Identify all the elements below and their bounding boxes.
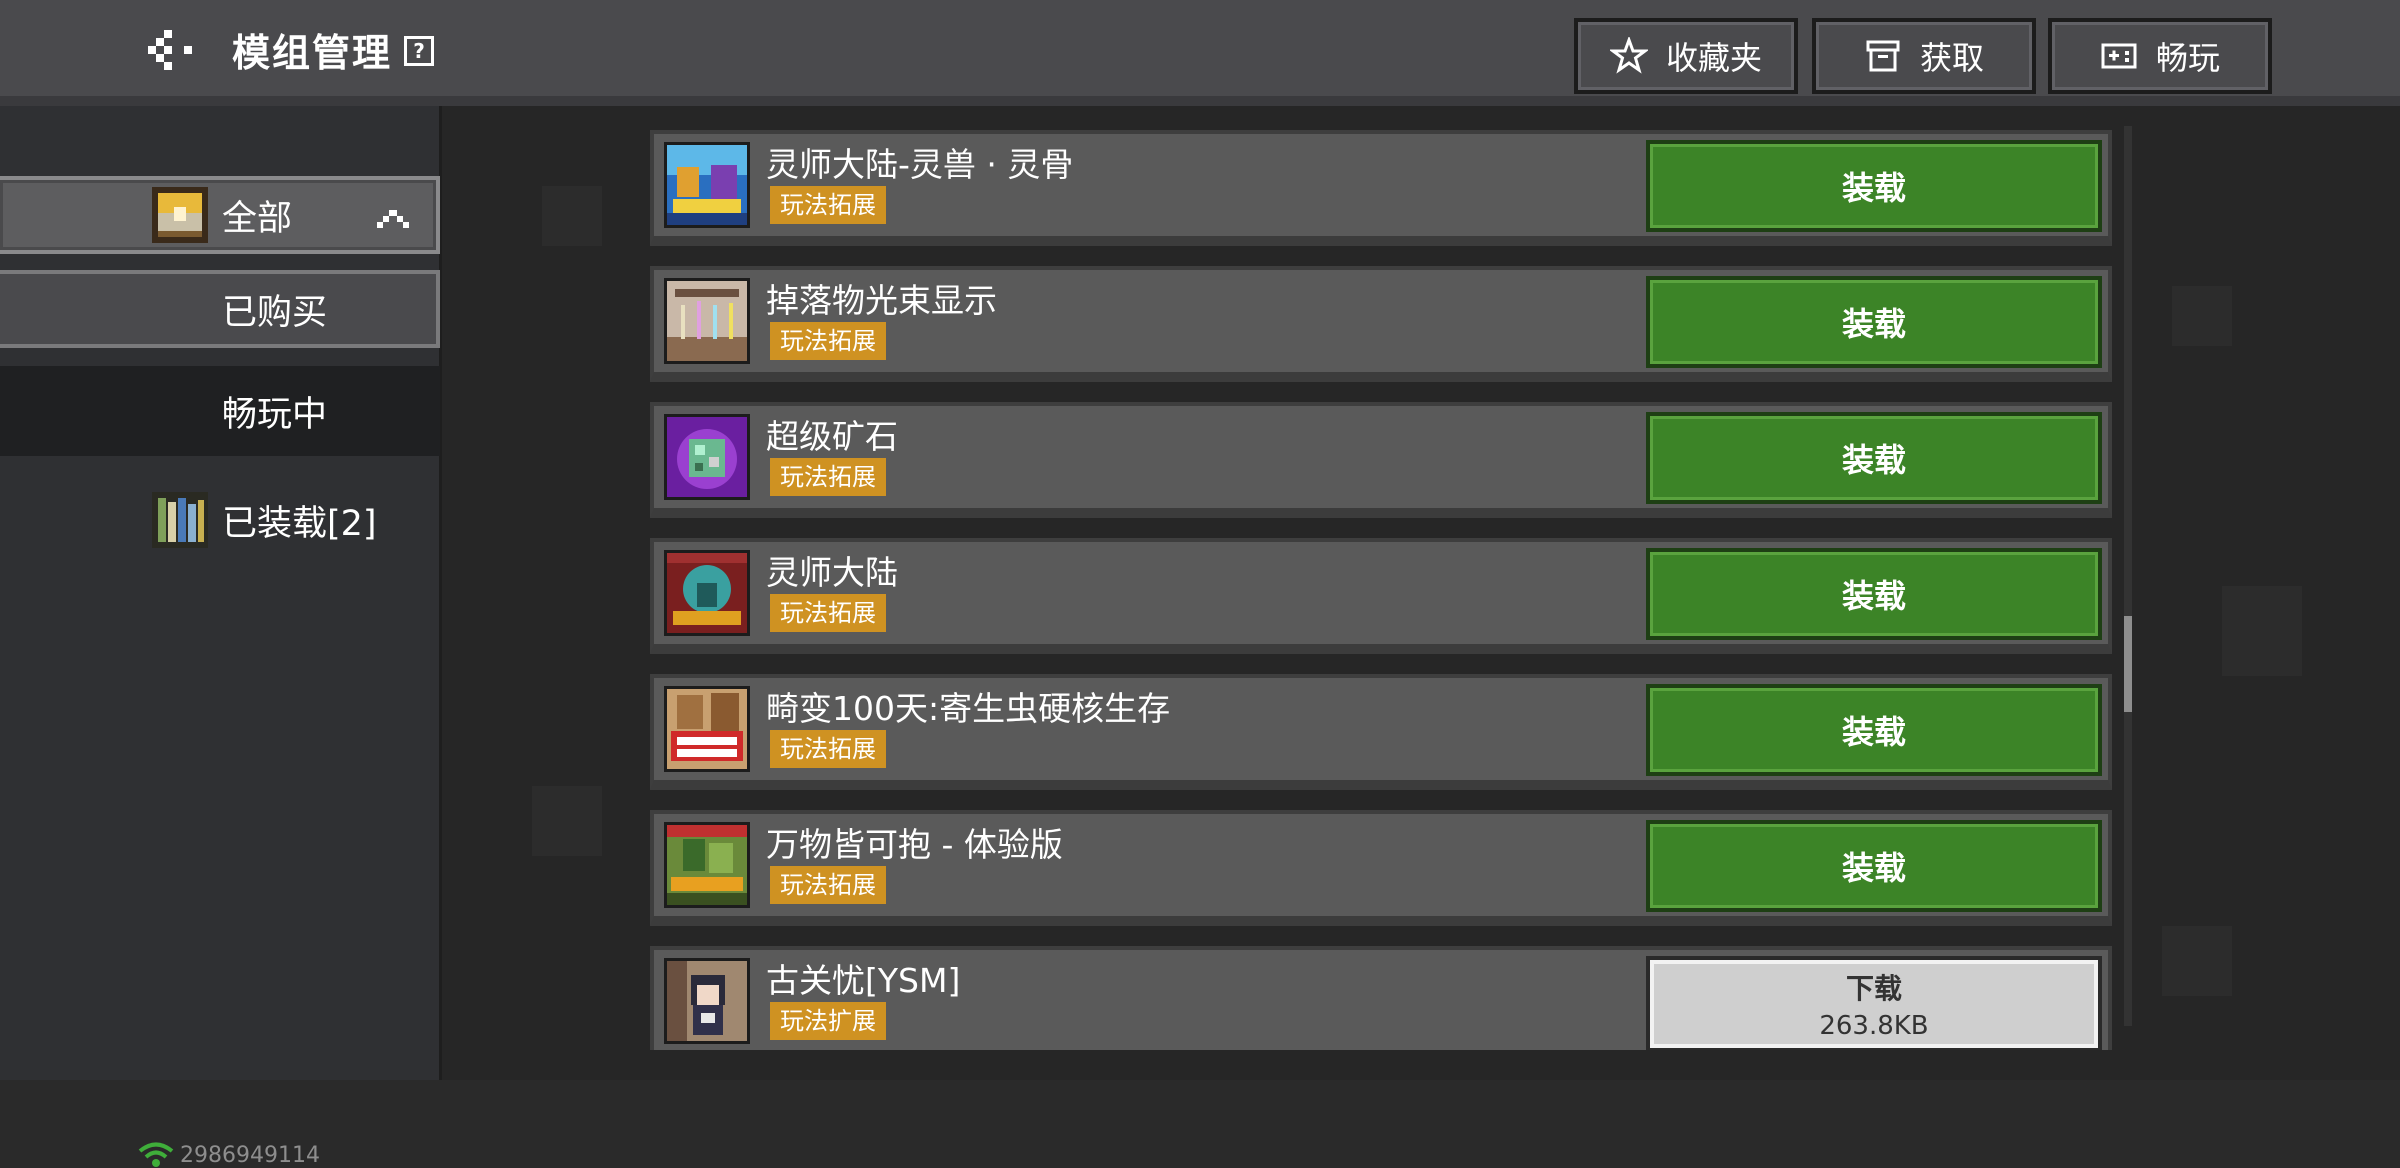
- mod-image-lingshi-continent: [667, 553, 747, 633]
- mod-tag: 玩法拓展: [770, 594, 886, 632]
- mod-tag: 玩法拓展: [770, 730, 886, 768]
- get-label: 获取: [1919, 39, 1984, 77]
- scrollbar-thumb[interactable]: [2124, 616, 2132, 712]
- mod-image-carry-anything: [667, 825, 747, 905]
- mod-list[interactable]: 灵师大陆-灵兽 · 灵骨 玩法拓展 装载 掉落物光束显示 玩法拓展 装载 超级矿…: [650, 130, 2112, 1050]
- mod-image-loot-beam: [667, 281, 747, 361]
- download-size: 263.8KB: [1819, 1011, 1929, 1041]
- load-button[interactable]: 装载: [1646, 412, 2102, 504]
- load-button[interactable]: 装载: [1646, 684, 2102, 776]
- sidebar-playing-label: 畅玩中: [222, 394, 328, 435]
- mod-tag: 玩法扩展: [770, 1002, 886, 1040]
- load-button[interactable]: 装载: [1646, 820, 2102, 912]
- mod-image-super-ore: [667, 417, 747, 497]
- user-id-text: 2986949114: [180, 1142, 320, 1168]
- help-icon[interactable]: ?: [404, 36, 434, 66]
- chest-icon: [152, 187, 208, 243]
- play-label: 畅玩: [2155, 39, 2220, 77]
- load-button[interactable]: 装载: [1646, 140, 2102, 232]
- back-arrow-icon: [148, 30, 192, 70]
- mod-tag: 玩法拓展: [770, 866, 886, 904]
- get-button[interactable]: 获取: [1812, 18, 2036, 94]
- sidebar-all-label: 全部: [222, 198, 293, 239]
- sidebar-bought-label: 已购买: [222, 292, 328, 333]
- mod-image-mutation-100-days: [667, 689, 747, 769]
- download-button[interactable]: 下载 263.8KB: [1646, 956, 2102, 1050]
- mod-name: 畸变100天:寄生虫硬核生存: [766, 689, 1171, 728]
- sidebar-item-all[interactable]: 全部: [0, 176, 440, 254]
- mod-row[interactable]: 万物皆可抱 - 体验版 玩法拓展 装载: [650, 810, 2112, 926]
- gamepad-icon: [2101, 43, 2137, 69]
- sidebar-item-bought[interactable]: 已购买: [0, 270, 440, 348]
- mod-name: 古关忧[YSM]: [766, 961, 961, 1000]
- mod-thumbnail: [664, 958, 750, 1044]
- mod-row[interactable]: 掉落物光束显示 玩法拓展 装载: [650, 266, 2112, 382]
- back-button[interactable]: [140, 26, 200, 76]
- scrollbar-track[interactable]: [2124, 126, 2132, 1026]
- mod-row[interactable]: 超级矿石 玩法拓展 装载: [650, 402, 2112, 518]
- mod-row[interactable]: 灵师大陆 玩法拓展 装载: [650, 538, 2112, 654]
- mod-thumbnail: [664, 142, 750, 228]
- load-button[interactable]: 装载: [1646, 276, 2102, 368]
- mod-row[interactable]: 古关忧[YSM] 玩法扩展 下载 263.8KB: [650, 946, 2112, 1050]
- mod-thumbnail: [664, 686, 750, 772]
- user-id: 2986949114: [138, 1142, 320, 1168]
- page-title: 模组管理: [232, 31, 393, 75]
- mod-tag: 玩法拓展: [770, 322, 886, 360]
- mod-thumbnail: [664, 414, 750, 500]
- mod-thumbnail: [664, 278, 750, 364]
- play-button[interactable]: 畅玩: [2048, 18, 2272, 94]
- mod-name: 超级矿石: [766, 417, 898, 456]
- mod-thumbnail: [664, 550, 750, 636]
- mod-tag: 玩法拓展: [770, 186, 886, 224]
- mod-image-lingshi-beast: [667, 145, 747, 225]
- wifi-icon: [138, 1142, 174, 1167]
- mod-row[interactable]: 畸变100天:寄生虫硬核生存 玩法拓展 装载: [650, 674, 2112, 790]
- download-label: 下载: [1845, 972, 1902, 1005]
- sidebar: 全部 已购买 畅玩中 已装载[2] 2986949114: [0, 106, 442, 1168]
- top-bar: 模组管理 ? 收藏夹 获取 畅玩: [0, 0, 2400, 106]
- sidebar-item-installed[interactable]: 已装载[2]: [0, 470, 440, 570]
- mod-row[interactable]: 灵师大陆-灵兽 · 灵骨 玩法拓展 装载: [650, 130, 2112, 246]
- mod-name: 灵师大陆: [766, 553, 898, 592]
- sidebar-item-playing[interactable]: 畅玩中: [0, 366, 440, 456]
- mod-name: 万物皆可抱 - 体验版: [766, 825, 1063, 864]
- load-button[interactable]: 装载: [1646, 548, 2102, 640]
- mod-name: 掉落物光束显示: [766, 281, 997, 320]
- mod-image-guguanyou: [667, 961, 747, 1041]
- favorites-button[interactable]: 收藏夹: [1574, 18, 1798, 94]
- star-icon: [1609, 37, 1648, 74]
- mod-name: 灵师大陆-灵兽 · 灵骨: [766, 145, 1074, 184]
- books-icon: [152, 492, 208, 548]
- mod-thumbnail: [664, 822, 750, 908]
- mod-tag: 玩法拓展: [770, 458, 886, 496]
- chevron-up-icon: [377, 210, 409, 228]
- sidebar-installed-label: 已装载[2]: [222, 503, 377, 544]
- shop-icon: [1866, 40, 1900, 72]
- favorites-label: 收藏夹: [1665, 39, 1762, 77]
